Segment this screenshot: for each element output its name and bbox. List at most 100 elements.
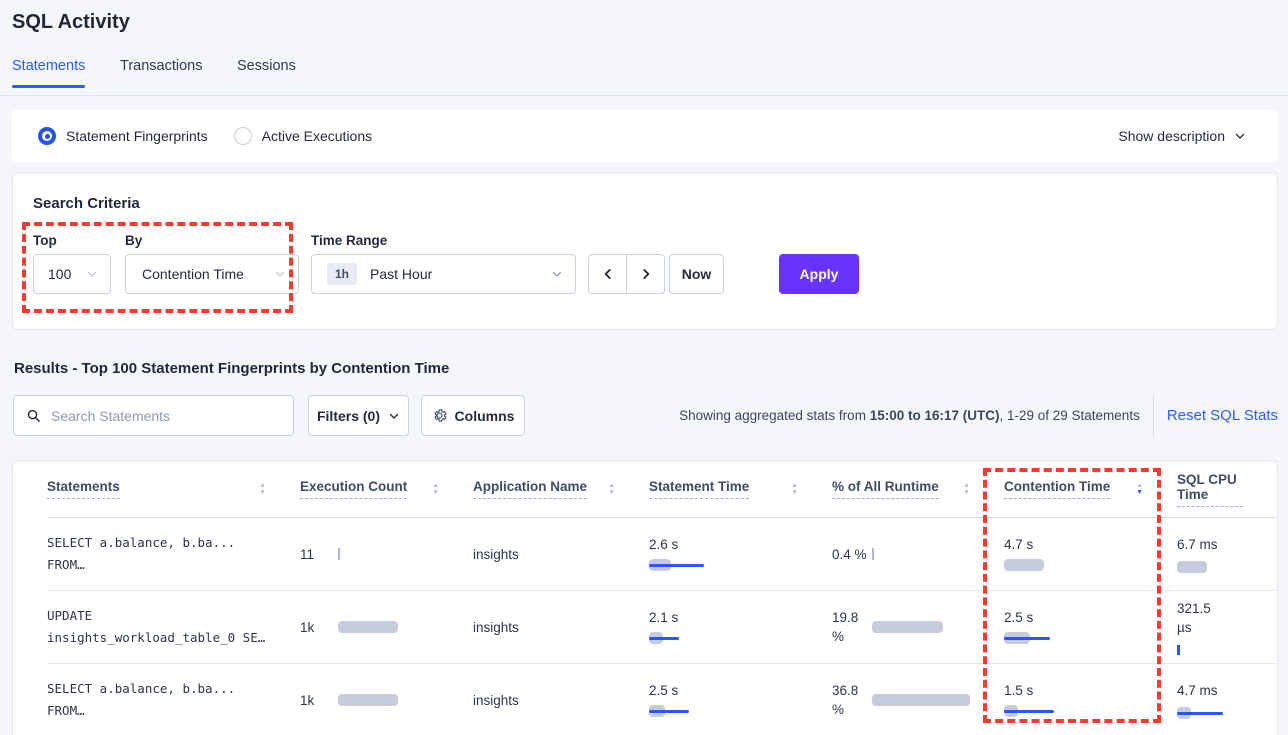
divider xyxy=(1153,394,1154,437)
by-label: By xyxy=(125,233,142,248)
table-header-row: Statements ▲▼ Execution Count ▲▼ Applica… xyxy=(47,461,1277,518)
sort-desc-icon: ▲▼ xyxy=(1136,483,1143,496)
time-range-label: Time Range xyxy=(311,233,387,248)
table-row[interactable]: UPDATEinsights_workload_table_0 SE… 1k i… xyxy=(47,591,1277,664)
show-description-toggle[interactable]: Show description xyxy=(1118,110,1246,162)
columns-label: Columns xyxy=(455,408,515,424)
stats-time-range: 15:00 to 16:17 (UTC) xyxy=(870,408,1000,423)
runtime-pct-bar xyxy=(872,621,972,633)
statement-time-cell: 2.6 s xyxy=(649,537,832,571)
execution-count-bar xyxy=(338,621,438,633)
application-name-cell: insights xyxy=(473,620,649,635)
chevron-down-icon xyxy=(86,268,98,280)
results-heading: Results - Top 100 Statement Fingerprints… xyxy=(14,360,449,377)
column-header-runtime-pct[interactable]: % of All Runtime ▲▼ xyxy=(832,479,1004,499)
table-row[interactable]: SELECT a.balance, b.ba...FROM… 11 insigh… xyxy=(47,518,1277,591)
statement-time-bar xyxy=(649,705,749,717)
columns-button[interactable]: Columns xyxy=(421,395,525,436)
column-header-contention-time[interactable]: Contention Time ▲▼ xyxy=(1004,479,1177,499)
filters-label: Filters (0) xyxy=(317,408,380,424)
contention-time-cell: 4.7 s xyxy=(1004,537,1177,571)
view-toggle-bar: Statement Fingerprints Active Executions… xyxy=(12,110,1278,162)
tab-bar: Statements Transactions Sessions xyxy=(0,58,1288,96)
tab-transactions[interactable]: Transactions xyxy=(120,58,202,88)
execution-count-bar xyxy=(338,694,438,706)
top-label: Top xyxy=(33,233,57,248)
reset-sql-stats-link[interactable]: Reset SQL Stats xyxy=(1167,407,1278,424)
chevron-left-icon xyxy=(601,267,615,281)
statement-time-cell: 2.1 s xyxy=(649,610,832,644)
statement-fingerprint[interactable]: SELECT a.balance, b.ba...FROM… xyxy=(47,678,300,722)
column-header-statement-time[interactable]: Statement Time ▲▼ xyxy=(649,479,832,499)
contention-time-bar xyxy=(1004,632,1104,644)
application-name-cell: insights xyxy=(473,693,649,708)
sort-icon: ▲▼ xyxy=(963,483,970,496)
by-select-value: Contention Time xyxy=(142,266,244,282)
tab-statements[interactable]: Statements xyxy=(12,58,85,88)
radio-label: Active Executions xyxy=(262,128,373,144)
sql-cpu-time-cell: 4.7 ms xyxy=(1177,681,1277,719)
contention-time-bar xyxy=(1004,705,1104,717)
search-statements-input[interactable] xyxy=(51,408,271,424)
filters-button[interactable]: Filters (0) xyxy=(308,395,409,436)
chevron-down-icon xyxy=(274,268,286,280)
statement-fingerprint[interactable]: SELECT a.balance, b.ba...FROM… xyxy=(47,532,300,576)
table-row[interactable]: SELECT a.balance, b.ba...FROM… 1k insigh… xyxy=(47,664,1277,735)
statement-fingerprint[interactable]: UPDATEinsights_workload_table_0 SE… xyxy=(47,605,300,649)
contention-time-cell: 1.5 s xyxy=(1004,683,1177,717)
runtime-pct-bar xyxy=(872,694,972,706)
column-header-statements[interactable]: Statements ▲▼ xyxy=(47,479,300,499)
chevron-down-icon xyxy=(1234,130,1246,142)
chevron-down-icon xyxy=(551,268,563,280)
execution-count-bar xyxy=(338,548,438,560)
runtime-pct-cell: 19.8 % xyxy=(832,608,1004,646)
tab-sessions[interactable]: Sessions xyxy=(237,58,296,88)
radio-active-executions[interactable]: Active Executions xyxy=(234,127,373,145)
application-name-cell: insights xyxy=(473,547,649,562)
next-range-button[interactable] xyxy=(627,255,664,293)
column-header-application-name[interactable]: Application Name ▲▼ xyxy=(473,479,649,499)
radio-group: Statement Fingerprints Active Executions xyxy=(38,127,372,145)
column-header-sql-cpu-time[interactable]: SQL CPU Time xyxy=(1177,472,1277,507)
chevron-down-icon xyxy=(388,410,400,422)
statements-table: Statements ▲▼ Execution Count ▲▼ Applica… xyxy=(12,460,1278,735)
time-range-stepper xyxy=(588,254,665,294)
sort-icon: ▲▼ xyxy=(791,483,798,496)
radio-unselected-icon xyxy=(234,127,252,145)
execution-count-cell: 1k xyxy=(300,620,473,635)
execution-count-cell: 1k xyxy=(300,693,473,708)
sql-cpu-time-bar xyxy=(1177,561,1277,573)
search-criteria-card: Search Criteria Top 100 By Contention Ti… xyxy=(12,172,1278,330)
time-range-badge: 1h xyxy=(327,263,357,285)
radio-selected-icon xyxy=(38,127,56,145)
column-header-execution-count[interactable]: Execution Count ▲▼ xyxy=(300,479,473,499)
show-description-label: Show description xyxy=(1118,128,1225,144)
runtime-pct-cell: 36.8 % xyxy=(832,681,1004,719)
sort-icon: ▲▼ xyxy=(608,483,615,496)
apply-button[interactable]: Apply xyxy=(779,254,859,294)
radio-statement-fingerprints[interactable]: Statement Fingerprints xyxy=(38,127,208,145)
statement-time-cell: 2.5 s xyxy=(649,683,832,717)
now-button[interactable]: Now xyxy=(669,254,724,294)
statement-search-box xyxy=(13,395,294,436)
chevron-right-icon xyxy=(639,267,653,281)
sql-cpu-time-bar xyxy=(1177,707,1277,719)
search-criteria-heading: Search Criteria xyxy=(33,195,140,212)
execution-count-cell: 11 xyxy=(300,547,473,562)
runtime-pct-cell: 0.4 % xyxy=(832,545,1004,564)
contention-time-cell: 2.5 s xyxy=(1004,610,1177,644)
statement-time-bar xyxy=(649,632,749,644)
time-range-select[interactable]: 1h Past Hour xyxy=(311,254,576,294)
time-range-value: Past Hour xyxy=(370,266,432,282)
top-select[interactable]: 100 xyxy=(33,254,111,294)
aggregated-stats-text: Showing aggregated stats from 15:00 to 1… xyxy=(679,408,1140,423)
runtime-pct-bar xyxy=(872,548,972,560)
sort-icon: ▲▼ xyxy=(259,483,266,496)
statement-time-bar xyxy=(649,559,749,571)
top-select-value: 100 xyxy=(48,266,71,282)
contention-time-bar xyxy=(1004,559,1104,571)
radio-label: Statement Fingerprints xyxy=(66,128,208,144)
previous-range-button[interactable] xyxy=(589,255,627,293)
by-select[interactable]: Contention Time xyxy=(125,254,299,294)
sql-cpu-time-cell: 321.5 µs xyxy=(1177,599,1277,656)
